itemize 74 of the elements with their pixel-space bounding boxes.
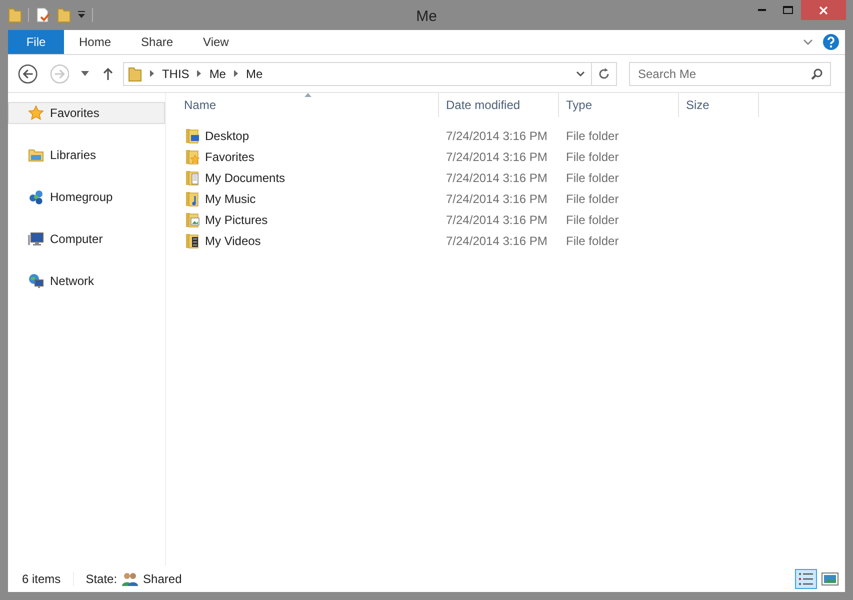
users-icon bbox=[121, 571, 140, 587]
chevron-down-icon[interactable] bbox=[803, 39, 813, 45]
sidebar-item[interactable]: Computer bbox=[8, 228, 165, 250]
customize-dropdown-icon[interactable] bbox=[77, 11, 86, 19]
state-label: State: bbox=[86, 571, 118, 588]
file-name[interactable]: My Videos bbox=[205, 232, 261, 250]
breadcrumb-arrow-icon[interactable] bbox=[150, 70, 154, 77]
file-type: File folder bbox=[566, 234, 619, 248]
libraries-icon bbox=[28, 147, 44, 163]
sidebar-item[interactable]: Libraries bbox=[8, 144, 165, 166]
folder-icon bbox=[185, 128, 200, 144]
state-value: Shared bbox=[143, 571, 182, 588]
date-modified: 7/24/2014 3:16 PM bbox=[446, 170, 548, 184]
file-type: File folder bbox=[566, 212, 619, 226]
up-arrow-icon[interactable] bbox=[103, 67, 113, 80]
date-modified: 7/24/2014 3:16 PM bbox=[446, 150, 548, 164]
date-modified: 7/24/2014 3:16 PM bbox=[446, 212, 548, 226]
file-type: File folder bbox=[566, 192, 619, 206]
breadcrumb[interactable]: THIS bbox=[162, 64, 190, 82]
help-icon[interactable] bbox=[823, 34, 839, 50]
column-header[interactable]: Name bbox=[177, 93, 439, 117]
file-type: File folder bbox=[566, 170, 619, 184]
details-view-button[interactable] bbox=[795, 569, 817, 589]
folder-icon bbox=[185, 170, 200, 186]
dropdown-icon[interactable] bbox=[576, 70, 585, 76]
column-header[interactable]: Size bbox=[679, 93, 759, 117]
column-header[interactable]: Type bbox=[559, 93, 679, 117]
minimize-icon bbox=[758, 9, 766, 11]
folder-icon bbox=[185, 212, 200, 228]
item-count: 6 items bbox=[22, 571, 61, 588]
computer-icon bbox=[28, 231, 44, 247]
file-type: File folder bbox=[566, 150, 619, 164]
date-modified: 7/24/2014 3:16 PM bbox=[446, 234, 548, 248]
file-name[interactable]: Desktop bbox=[205, 126, 250, 144]
folder-icon bbox=[185, 148, 200, 164]
search-icon bbox=[811, 68, 823, 80]
sidebar-item[interactable]: Network bbox=[8, 270, 165, 292]
star-icon bbox=[28, 105, 44, 121]
network-icon bbox=[28, 273, 44, 289]
date-modified: 7/24/2014 3:16 PM bbox=[446, 192, 548, 206]
list-icon bbox=[797, 570, 815, 588]
window-title: Me bbox=[416, 7, 437, 27]
file-type: File folder bbox=[566, 128, 619, 142]
breadcrumb-arrow-icon[interactable] bbox=[197, 70, 202, 77]
close-button[interactable] bbox=[801, 0, 846, 20]
close-icon bbox=[819, 6, 828, 14]
breadcrumb[interactable]: Me bbox=[209, 64, 226, 82]
file-name[interactable]: Favorites bbox=[205, 148, 254, 166]
file-name[interactable]: My Pictures bbox=[205, 210, 268, 228]
ribbon-tab[interactable]: View bbox=[188, 30, 244, 54]
homegroup-icon bbox=[28, 189, 44, 205]
file-name[interactable]: My Music bbox=[205, 190, 256, 208]
breadcrumb-arrow-icon[interactable] bbox=[234, 70, 238, 77]
refresh-icon bbox=[598, 68, 610, 80]
search-field[interactable]: Search Me bbox=[629, 62, 831, 86]
sidebar-item[interactable]: Homegroup bbox=[8, 186, 165, 208]
folder-icon bbox=[185, 232, 200, 248]
sort-arrow-icon bbox=[304, 93, 311, 97]
ribbon-tab[interactable]: Share bbox=[126, 30, 188, 54]
sidebar-item[interactable]: Favorites bbox=[8, 102, 165, 124]
column-header[interactable]: Date modified bbox=[439, 93, 559, 117]
properties-icon[interactable] bbox=[35, 7, 51, 23]
file-tab[interactable]: File bbox=[8, 30, 64, 54]
address-bar[interactable]: THIS Me Me bbox=[122, 62, 617, 86]
file-name[interactable]: My Documents bbox=[205, 168, 286, 186]
breadcrumb[interactable]: Me bbox=[246, 64, 263, 82]
recent-locations-icon[interactable] bbox=[81, 71, 90, 76]
folder-icon bbox=[185, 190, 200, 206]
date-modified: 7/24/2014 3:16 PM bbox=[446, 128, 548, 142]
folder-icon bbox=[128, 66, 142, 82]
picture-frame-icon bbox=[821, 570, 839, 588]
ribbon-tab[interactable]: Home bbox=[64, 30, 126, 54]
maximize-icon bbox=[783, 6, 793, 14]
back-icon[interactable] bbox=[18, 64, 38, 84]
